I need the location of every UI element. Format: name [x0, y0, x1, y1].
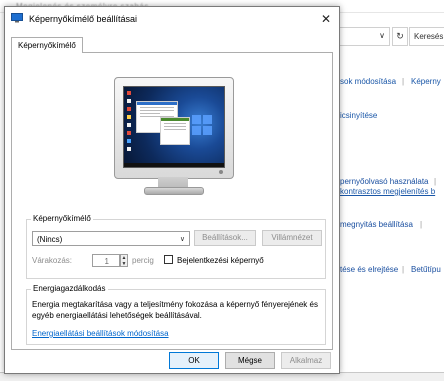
background-link-2[interactable]: Képerny	[411, 77, 441, 86]
tab-screensaver[interactable]: Képernyőkímélő	[11, 37, 83, 53]
power-group-label: Energiagazdálkodás	[31, 284, 108, 293]
tab-panel: Képernyőkímélő (Nincs) ∨ Beállítások... …	[11, 52, 333, 350]
chevron-down-icon: ∨	[179, 236, 185, 243]
separator: |	[402, 265, 405, 274]
monitor-icon	[11, 13, 23, 23]
windows-logo-icon	[192, 115, 212, 135]
ok-button[interactable]: OK	[169, 352, 219, 369]
background-link-3[interactable]: icsinyítése	[340, 111, 377, 120]
wait-spinner[interactable]: ▲ ▼	[120, 254, 128, 267]
background-link-7[interactable]: tése és elrejtése	[340, 265, 398, 274]
preview-taskbar	[124, 163, 224, 167]
separator: |	[402, 77, 405, 86]
address-dropdown[interactable]: ∨	[336, 27, 390, 46]
desktop-icon	[127, 123, 131, 127]
cancel-button[interactable]: Mégse	[225, 352, 275, 369]
desktop-icon	[127, 115, 131, 119]
refresh-icon[interactable]: ↻	[392, 27, 408, 46]
power-description: Energia megtakarítása vagy a teljesítmén…	[32, 300, 318, 320]
background-link-5[interactable]: kontrasztos megjelenítés b	[340, 187, 435, 196]
desktop-icon	[127, 107, 131, 111]
wait-label: Várakozás:	[32, 256, 73, 265]
monitor-base	[144, 187, 204, 195]
apply-button[interactable]: Alkalmaz	[281, 352, 331, 369]
preview-button[interactable]: Villámnézet	[262, 230, 322, 246]
desktop-icon	[127, 147, 131, 151]
preview-screen	[123, 86, 225, 168]
background-link-1[interactable]: sok módosítása	[340, 77, 396, 86]
settings-button[interactable]: Beállítások...	[194, 230, 256, 246]
dialog-title-bar[interactable]: Képernyőkímélő beállításai ✕	[5, 7, 339, 31]
desktop-icon	[127, 139, 131, 143]
screensaver-group: Képernyőkímélő	[26, 214, 326, 279]
logon-screen-label: Bejelentkezési képernyő	[177, 256, 264, 265]
monitor-frame	[114, 77, 234, 179]
background-link-4[interactable]: pernyőolvasó használata	[340, 177, 429, 186]
screensaver-select[interactable]: (Nincs) ∨	[32, 231, 190, 246]
search-input[interactable]: Keresés a	[409, 27, 444, 46]
screensaver-selected-value: (Nincs)	[37, 235, 63, 244]
chevron-down-icon: ∨	[379, 31, 385, 40]
power-indicator	[219, 170, 223, 174]
separator: |	[420, 220, 423, 229]
close-button[interactable]: ✕	[317, 11, 335, 27]
desktop-icon	[127, 99, 131, 103]
logon-screen-checkbox[interactable]	[164, 255, 173, 264]
dialog-title: Képernyőkímélő beállításai	[29, 14, 138, 24]
preview-window	[160, 117, 190, 145]
screensaver-settings-dialog: Képernyőkímélő beállításai ✕ Képernyőkím…	[4, 6, 340, 374]
wait-unit-label: percig	[132, 256, 154, 265]
background-link-6[interactable]: megnyitás beállítása	[340, 220, 413, 229]
monitor-stand	[158, 177, 188, 187]
screensaver-preview	[114, 77, 234, 195]
desktop-icon	[127, 91, 131, 95]
power-settings-link[interactable]: Energiaellátási beállítások módosítása	[32, 329, 169, 338]
wait-minutes-input[interactable]: 1	[92, 254, 120, 267]
separator: |	[434, 177, 437, 186]
screensaver-group-label: Képernyőkímélő	[31, 214, 93, 223]
background-link-8[interactable]: Betűtípu	[411, 265, 441, 274]
desktop-icon	[127, 131, 131, 135]
